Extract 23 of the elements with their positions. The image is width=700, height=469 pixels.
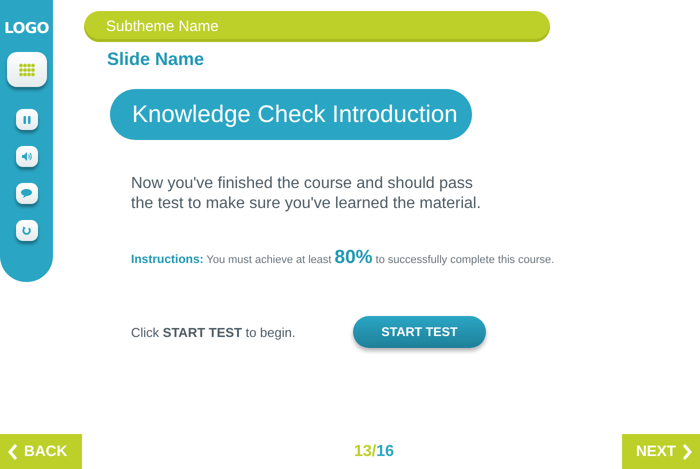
prompt-text: Click START TEST to begin. (131, 324, 296, 340)
slide-title: Slide Name (107, 49, 206, 70)
chevron-right-icon (682, 442, 692, 460)
subtheme-bar: Subtheme Name (84, 11, 550, 42)
logo: LOGO (4, 19, 49, 37)
menu-button[interactable] (6, 52, 46, 87)
chevron-left-icon (8, 442, 18, 460)
pause-button[interactable] (16, 109, 38, 130)
section-heading: Knowledge Check Introduction (110, 89, 472, 140)
replay-button[interactable] (16, 220, 38, 241)
start-test-button[interactable]: START TEST (353, 316, 486, 348)
next-button[interactable]: NEXT (622, 434, 700, 469)
pause-icon (22, 116, 30, 124)
page-counter: 13/16 (354, 442, 394, 460)
grid-icon (18, 62, 34, 76)
replay-icon (22, 226, 31, 235)
sound-button[interactable] (16, 146, 38, 167)
speech-bubble-icon (21, 189, 32, 198)
intro-text: Now you've finished the course and should pass the test to make sure you've learned the material. (131, 174, 482, 214)
speaker-icon (22, 152, 32, 161)
chat-button[interactable] (16, 183, 38, 204)
instructions-text: Instructions: You must achieve at least 80% to successfully complete this course. (131, 247, 556, 269)
back-button[interactable]: BACK (0, 434, 82, 469)
